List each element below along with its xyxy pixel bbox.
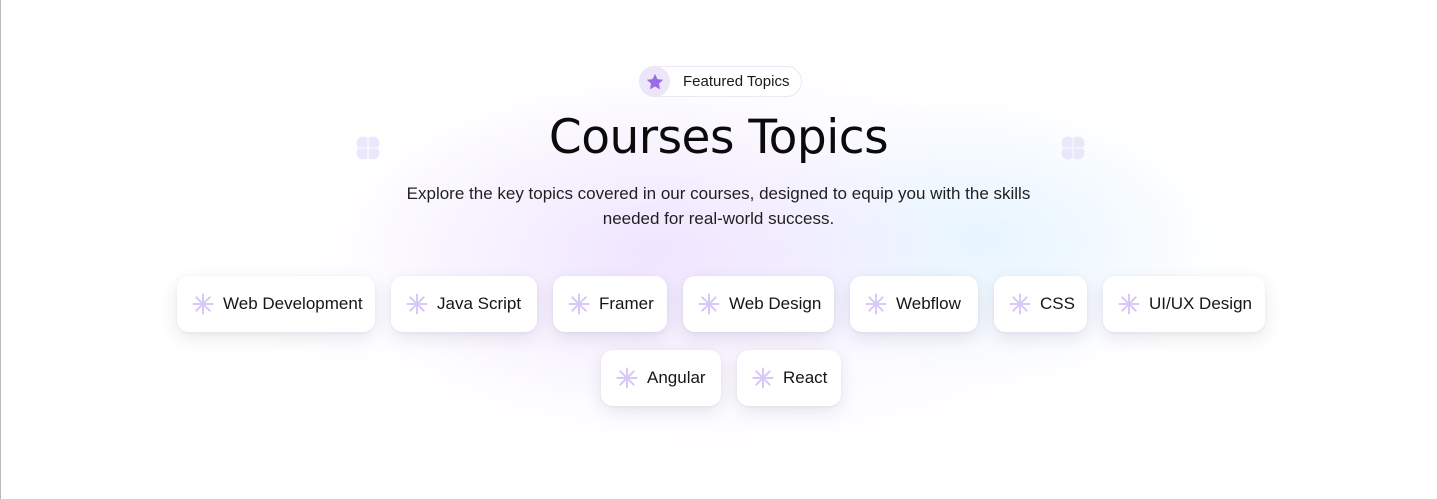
topic-chip-web-development[interactable]: Web Development xyxy=(177,276,375,332)
asterisk-icon xyxy=(1009,293,1031,315)
topic-chip-web-design[interactable]: Web Design xyxy=(683,276,834,332)
asterisk-icon xyxy=(568,293,590,315)
featured-topics-badge: Featured Topics xyxy=(639,66,802,97)
page-title: Courses Topics xyxy=(548,110,889,165)
topic-label: Java Script xyxy=(437,294,522,313)
page-subtitle: Explore the key topics covered in our co… xyxy=(0,181,1437,231)
topic-chip-angular[interactable]: Angular xyxy=(601,350,721,406)
asterisk-icon xyxy=(192,293,214,315)
topic-label: CSS xyxy=(1040,294,1075,313)
topic-chip-react[interactable]: React xyxy=(737,350,841,406)
topic-label: UI/UX Design xyxy=(1149,294,1252,313)
topic-label: Framer xyxy=(599,294,654,313)
asterisk-icon xyxy=(698,293,720,315)
asterisk-icon xyxy=(616,367,638,389)
topic-chip-java-script[interactable]: Java Script xyxy=(391,276,537,332)
window-edge xyxy=(0,0,1,499)
topic-label: React xyxy=(783,368,828,387)
star-icon xyxy=(639,66,670,97)
topic-label: Webflow xyxy=(896,294,961,313)
topic-chip-framer[interactable]: Framer xyxy=(553,276,667,332)
topic-chip-css[interactable]: CSS xyxy=(994,276,1087,332)
subtitle-line: Explore the key topics covered in our co… xyxy=(406,184,1031,203)
asterisk-icon xyxy=(406,293,428,315)
topic-label: Web Development xyxy=(223,294,363,313)
topic-chip-ui-ux-design[interactable]: UI/UX Design xyxy=(1103,276,1265,332)
topic-chip-webflow[interactable]: Webflow xyxy=(850,276,978,332)
asterisk-icon xyxy=(752,367,774,389)
asterisk-icon xyxy=(1118,293,1140,315)
courses-topics-section: Featured Topics Courses Topics Explore t… xyxy=(0,0,1437,499)
asterisk-icon xyxy=(865,293,887,315)
topic-label: Web Design xyxy=(729,294,822,313)
subtitle-line: needed for real-world success. xyxy=(602,209,835,228)
badge-label: Featured Topics xyxy=(683,73,790,90)
topic-label: Angular xyxy=(647,368,706,387)
